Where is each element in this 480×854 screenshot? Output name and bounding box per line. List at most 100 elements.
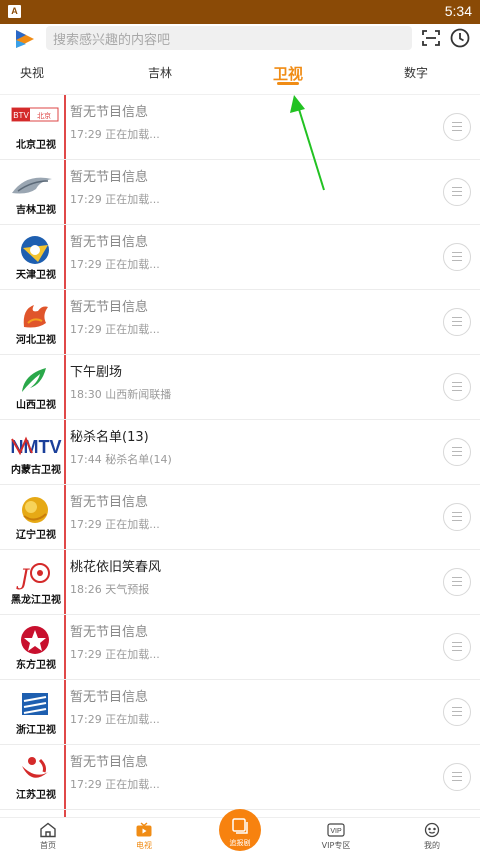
nav-home-label: 首页 xyxy=(40,841,56,850)
channel-list[interactable]: BTV 北京 北京卫视 暂无节目信息 17:29 正在加载... 吉林卫视 暂无节目信息 17… xyxy=(0,95,480,817)
channel-logo-icon xyxy=(12,177,52,194)
nav-tv[interactable]: 电视 xyxy=(112,818,176,854)
more-menu-icon[interactable] xyxy=(443,438,471,466)
program-subtitle: 17:29 正在加载... xyxy=(70,126,160,142)
channel-logo: NMTV 内蒙古卫视 xyxy=(8,427,62,477)
drama-icon xyxy=(232,818,248,834)
program-next: 天气预报 xyxy=(105,583,150,596)
center-action-button[interactable]: 追报剧 xyxy=(219,809,261,851)
program-next: 正在加载... xyxy=(105,258,160,271)
channel-name: 山西卫视 xyxy=(16,400,56,411)
more-menu-icon[interactable] xyxy=(443,178,471,206)
program-subtitle: 17:29 正在加载... xyxy=(70,256,160,272)
center-action-label: 追报剧 xyxy=(229,839,251,847)
channel-row[interactable]: 东方卫视 暂无节目信息 17:29 正在加载... xyxy=(0,615,480,680)
row-divider xyxy=(64,225,66,289)
channel-logo: 东方卫视 xyxy=(8,622,60,672)
search-input[interactable]: 搜索感兴趣的内容吧 xyxy=(46,26,412,50)
more-menu-icon[interactable] xyxy=(443,568,471,596)
channel-logo: J 黑龙江卫视 xyxy=(8,557,61,607)
nav-vip[interactable]: VIP VIP专区 xyxy=(304,818,368,854)
channel-row[interactable]: 天津卫视 暂无节目信息 17:29 正在加载... xyxy=(0,225,480,290)
program-subtitle: 17:29 正在加载... xyxy=(70,646,160,662)
program-time: 18:30 xyxy=(70,388,102,401)
channel-logo-icon xyxy=(21,236,49,264)
channel-row[interactable]: 河北卫视 暂无节目信息 17:29 正在加载... xyxy=(0,290,480,355)
channel-row[interactable]: 江苏卫视 暂无节目信息 17:29 正在加载... xyxy=(0,745,480,810)
channel-name: 江苏卫视 xyxy=(16,790,56,801)
svg-text:J: J xyxy=(16,566,30,591)
channel-logo: 河北卫视 xyxy=(8,297,60,347)
channel-row[interactable]: NMTV 内蒙古卫视 秘杀名单(13) 17:44 秘杀名单(14) xyxy=(0,420,480,485)
channel-row[interactable]: 辽宁卫视 暂无节目信息 17:29 正在加载... xyxy=(0,485,480,550)
channel-row[interactable]: 吉林卫视 暂无节目信息 17:29 正在加载... xyxy=(0,160,480,225)
tab-jilin[interactable]: 吉林 xyxy=(148,64,172,81)
channel-row[interactable]: 浙江卫视 暂无节目信息 17:29 正在加载... xyxy=(0,680,480,745)
nav-mine-label: 我的 xyxy=(424,841,440,850)
active-tab-indicator xyxy=(277,82,299,85)
row-divider xyxy=(64,615,66,679)
channel-row[interactable]: BTV 北京北京卫视 暂无节目信息 17:29 正在加载... xyxy=(0,95,480,160)
program-subtitle: 17:44 秘杀名单(14) xyxy=(70,451,172,467)
program-time: 18:26 xyxy=(70,583,102,596)
row-divider xyxy=(64,95,66,159)
program-title: 桃花依旧笑春风 xyxy=(70,560,162,575)
channel-row[interactable]: 山西卫视 下午剧场 18:30 山西新闻联播 xyxy=(0,355,480,420)
program-time: 17:29 xyxy=(70,518,102,531)
row-divider xyxy=(64,745,66,809)
channel-name: 内蒙古卫视 xyxy=(11,465,61,476)
program-next: 正在加载... xyxy=(105,713,160,726)
channel-logo-icon: J xyxy=(16,563,50,591)
nav-mine[interactable]: 我的 xyxy=(400,818,464,854)
row-divider xyxy=(64,810,66,817)
tab-weishi[interactable]: 卫视 xyxy=(273,63,303,84)
channel-logo: 江苏卫视 xyxy=(8,752,60,802)
program-subtitle: 17:29 正在加载... xyxy=(70,321,160,337)
program-title: 下午剧场 xyxy=(70,365,123,380)
program-subtitle: 17:29 正在加载... xyxy=(70,776,160,792)
status-bar: A 5:34 xyxy=(0,0,480,24)
program-title: 暂无节目信息 xyxy=(70,495,149,510)
channel-logo-icon xyxy=(22,368,46,392)
program-next: 正在加载... xyxy=(105,193,160,206)
channel-logo-icon xyxy=(23,305,48,328)
svg-text:BTV: BTV xyxy=(13,111,29,120)
program-next: 正在加载... xyxy=(105,323,160,336)
program-subtitle: 18:30 山西新闻联播 xyxy=(70,386,171,402)
program-title: 暂无节目信息 xyxy=(70,690,149,705)
program-title: 暂无节目信息 xyxy=(70,300,149,315)
category-tabs: 央视 吉林 卫视 数字 xyxy=(0,54,480,95)
row-divider xyxy=(64,485,66,549)
channel-logo-icon xyxy=(22,693,48,715)
more-menu-icon[interactable] xyxy=(443,633,471,661)
program-next: 正在加载... xyxy=(105,648,160,661)
row-divider xyxy=(64,355,66,419)
tab-cctv[interactable]: 央视 xyxy=(20,64,44,81)
program-time: 17:29 xyxy=(70,713,102,726)
more-menu-icon[interactable] xyxy=(443,698,471,726)
nav-home[interactable]: 首页 xyxy=(16,818,80,854)
home-icon xyxy=(40,822,56,838)
channel-logo: 辽宁卫视 xyxy=(8,492,60,542)
user-face-icon xyxy=(424,822,440,838)
more-menu-icon[interactable] xyxy=(443,243,471,271)
more-menu-icon[interactable] xyxy=(443,373,471,401)
tab-digital[interactable]: 数字 xyxy=(404,64,428,81)
program-time: 17:29 xyxy=(70,323,102,336)
more-menu-icon[interactable] xyxy=(443,113,471,141)
app-logo-icon xyxy=(16,30,34,48)
row-divider xyxy=(64,420,66,484)
svg-text:北京: 北京 xyxy=(37,111,51,120)
row-divider xyxy=(64,680,66,744)
history-clock-icon[interactable] xyxy=(449,27,471,49)
channel-row[interactable]: J 黑龙江卫视 桃花依旧笑春风 18:26 天气预报 xyxy=(0,550,480,615)
more-menu-icon[interactable] xyxy=(443,308,471,336)
channel-name: 天津卫视 xyxy=(16,270,56,281)
channel-name: 北京卫视 xyxy=(16,140,56,151)
channel-name: 东方卫视 xyxy=(16,660,56,671)
more-menu-icon[interactable] xyxy=(443,503,471,531)
scan-icon[interactable] xyxy=(421,28,441,48)
more-menu-icon[interactable] xyxy=(443,763,471,791)
program-time: 17:29 xyxy=(70,778,102,791)
program-title: 暂无节目信息 xyxy=(70,105,149,120)
